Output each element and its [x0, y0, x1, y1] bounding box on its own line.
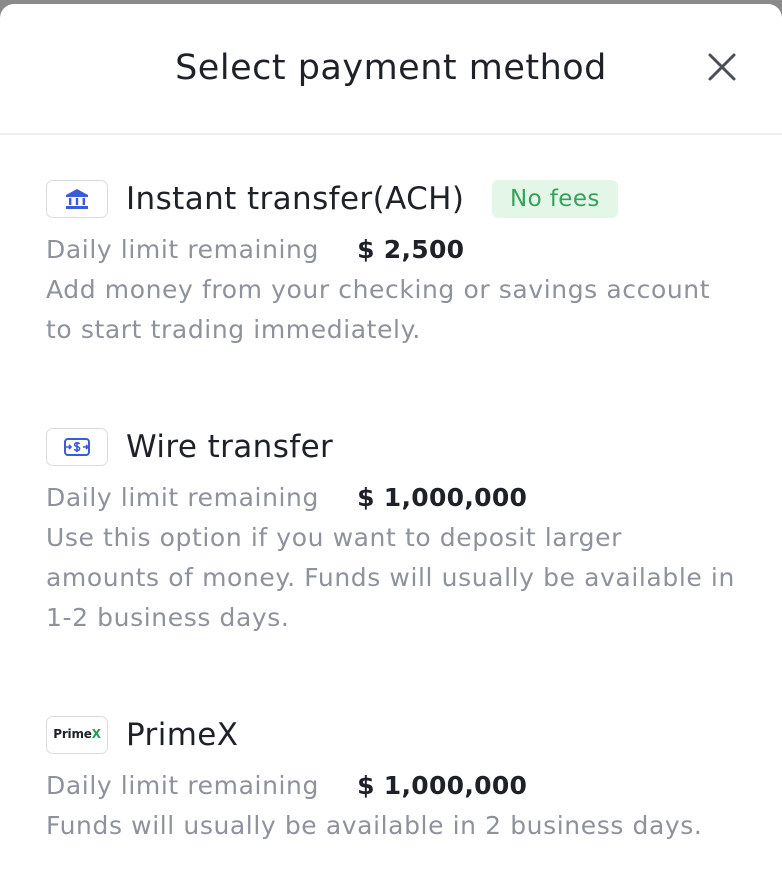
- daily-limit-row: Daily limit remaining $ 2,500: [46, 230, 742, 270]
- method-name: Instant transfer(ACH): [126, 181, 465, 217]
- money-transfer-icon: [46, 428, 108, 466]
- close-icon: [708, 53, 736, 81]
- method-name: Wire transfer: [126, 429, 334, 465]
- method-name: PrimeX: [126, 717, 239, 753]
- limit-label: Daily limit remaining: [46, 771, 319, 800]
- limit-label: Daily limit remaining: [46, 483, 319, 512]
- limit-value: $ 1,000,000: [357, 483, 528, 512]
- primex-logo: PrimeX: [46, 716, 108, 754]
- method-description: Add money from your checking or savings …: [46, 275, 711, 344]
- payment-method-modal: Select payment method Instant transfer(A…: [0, 4, 782, 880]
- no-fees-badge: No fees: [492, 180, 618, 218]
- limit-label: Daily limit remaining: [46, 235, 319, 264]
- payment-method-primex[interactable]: PrimeX PrimeX Daily limit remaining $ 1,…: [46, 714, 742, 846]
- close-button[interactable]: [702, 47, 742, 87]
- payment-method-ach[interactable]: Instant transfer(ACH) No fees Daily limi…: [46, 178, 742, 350]
- modal-title: Select payment method: [175, 48, 607, 88]
- modal-header: Select payment method: [0, 4, 782, 135]
- daily-limit-row: Daily limit remaining $ 1,000,000: [46, 766, 742, 806]
- bank-icon: [46, 180, 108, 218]
- method-description: Funds will usually be available in 2 bus…: [46, 811, 703, 840]
- method-description: Use this option if you want to deposit l…: [46, 523, 735, 632]
- payment-method-wire[interactable]: Wire transfer Daily limit remaining $ 1,…: [46, 426, 742, 638]
- limit-value: $ 2,500: [357, 235, 465, 264]
- limit-value: $ 1,000,000: [357, 771, 528, 800]
- daily-limit-row: Daily limit remaining $ 1,000,000: [46, 478, 742, 518]
